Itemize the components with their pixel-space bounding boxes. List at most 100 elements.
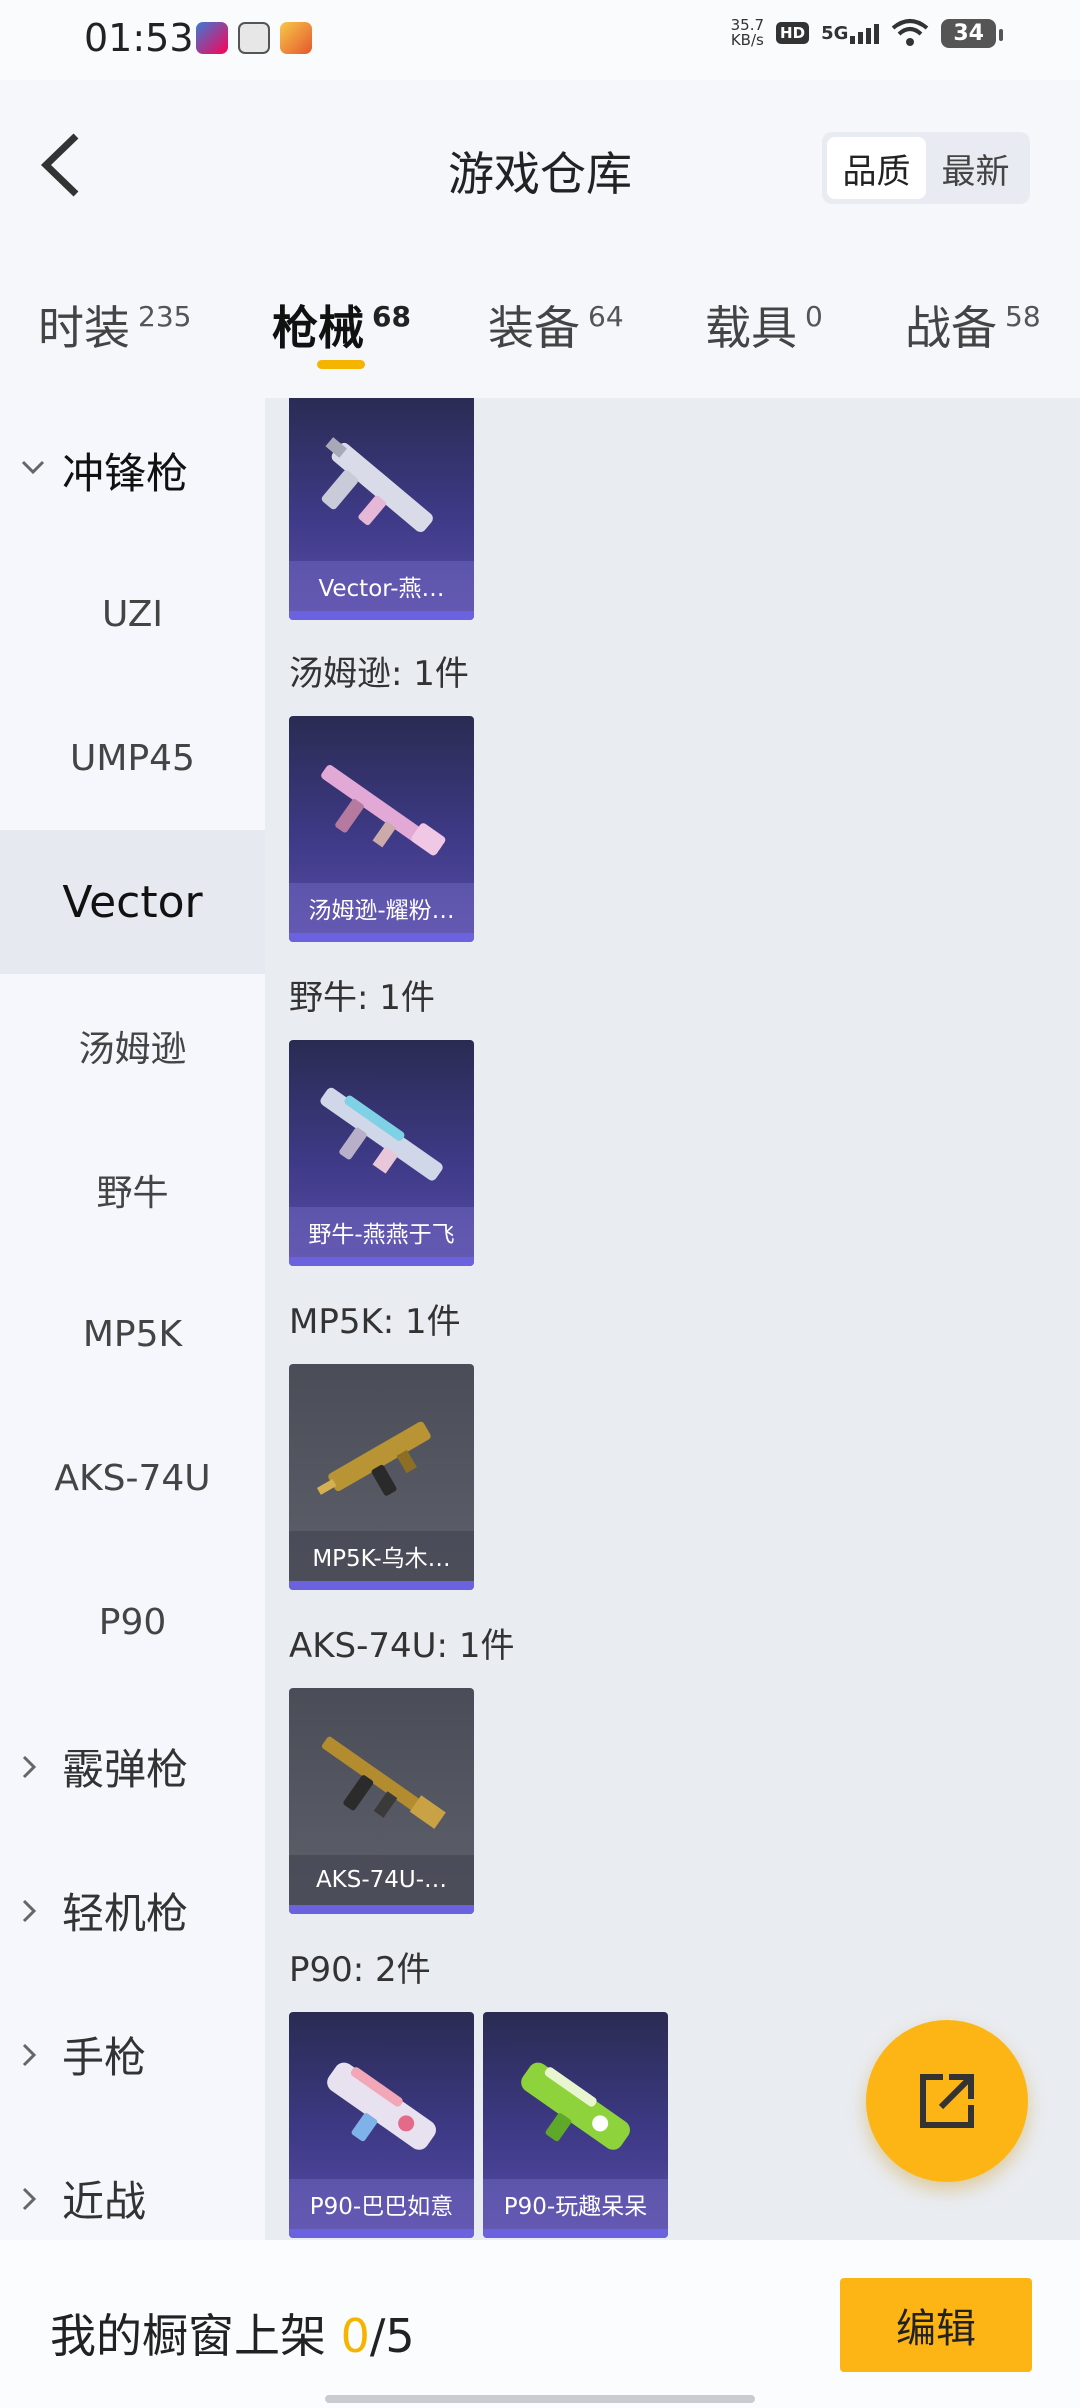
sidebar-group-pistol[interactable]: 手枪: [0, 1982, 265, 2126]
showcase-count: 我的橱窗上架 0/5: [50, 2300, 415, 2366]
signal-icon: 5G: [821, 22, 880, 44]
section-label: AKS-74U: 1件: [289, 1626, 515, 1666]
weapon-card[interactable]: 野牛-燕燕于飞: [289, 1040, 474, 1266]
sidebar-item-bizon[interactable]: 野牛: [0, 1118, 265, 1262]
weapon-list: Vector-燕… 汤姆逊: 1件 汤姆逊-耀粉… 野牛: 1件 野牛-燕燕于飞…: [265, 398, 1080, 2240]
app-header: 游戏仓库 品质 最新: [0, 80, 1080, 240]
rarity-strip: [289, 1905, 474, 1914]
weapon-card-name: P90-玩趣呆呆: [483, 2179, 668, 2229]
sidebar-group-label: 手枪: [62, 2032, 147, 2082]
status-bar: 01:53 35.7 KB/s HD 5G 34: [0, 0, 1080, 80]
sidebar-group-shotgun[interactable]: 霰弹枪: [0, 1694, 265, 1838]
app-notification-icon: [238, 22, 270, 54]
section-label: 野牛: 1件: [289, 978, 435, 1018]
tab-label: 枪械: [272, 301, 364, 355]
tab-count: 58: [1005, 300, 1041, 333]
rarity-strip: [289, 2229, 474, 2238]
chevron-right-icon: [22, 2043, 37, 2067]
sidebar-group-label: 冲锋枪: [62, 448, 189, 498]
battery-icon: 34: [941, 18, 1003, 48]
weapon-card-name: Vector-燕…: [289, 561, 474, 611]
tab-supplies[interactable]: 战备 58: [905, 292, 1041, 358]
section-label: P90: 2件: [289, 1950, 431, 1990]
tab-equipment[interactable]: 装备 64: [488, 292, 624, 358]
sidebar-item-p90[interactable]: P90: [0, 1550, 265, 1694]
hd-icon: HD: [776, 22, 810, 44]
tab-label: 载具: [705, 301, 797, 355]
chevron-down-icon: [21, 460, 45, 475]
showcase-label: 我的橱窗上架: [50, 2309, 326, 2363]
tab-vehicles[interactable]: 载具 0: [705, 292, 823, 358]
app-notification-icon: [196, 22, 228, 54]
tab-count: 64: [588, 300, 624, 333]
chevron-right-icon: [22, 2187, 37, 2211]
weapon-p90-image: [327, 2062, 436, 2150]
edit-button[interactable]: 编辑: [840, 2278, 1032, 2372]
weapon-bizon-image: [320, 1087, 443, 1181]
weapon-mp5k-image: [316, 1421, 431, 1496]
sidebar-item-aks74u[interactable]: AKS-74U: [0, 1406, 265, 1550]
chevron-right-icon: [22, 1755, 37, 1779]
network-type: 5G: [821, 22, 849, 44]
home-indicator[interactable]: [325, 2395, 755, 2403]
weapon-card[interactable]: P90-巴巴如意: [289, 2012, 474, 2238]
network-speed: 35.7 KB/s: [731, 18, 764, 48]
weapon-card-name: 汤姆逊-耀粉…: [289, 883, 474, 933]
sidebar-group-smg[interactable]: 冲锋枪: [0, 398, 265, 542]
weapon-card[interactable]: 汤姆逊-耀粉…: [289, 716, 474, 942]
sidebar-item-uzi[interactable]: UZI: [0, 542, 265, 686]
tab-count: 68: [372, 300, 411, 333]
wifi-icon: [892, 19, 929, 46]
sidebar-item-thompson[interactable]: 汤姆逊: [0, 974, 265, 1118]
sidebar-group-label: 霰弹枪: [62, 1744, 189, 1794]
sort-newest-option[interactable]: 最新: [926, 137, 1025, 199]
weapon-card[interactable]: P90-玩趣呆呆: [483, 2012, 668, 2238]
weapon-aks74u-image: [321, 1736, 446, 1829]
sidebar-group-lmg[interactable]: 轻机枪: [0, 1838, 265, 1982]
weapon-p90-image: [521, 2062, 630, 2150]
rarity-strip: [289, 1581, 474, 1590]
category-tabs: 时装 235 枪械 68 装备 64 载具 0 战备 58: [0, 270, 1080, 390]
chevron-right-icon: [22, 1899, 37, 1923]
weapon-card[interactable]: Vector-燕…: [289, 398, 474, 620]
status-time: 01:53: [84, 16, 194, 60]
tab-label: 装备: [488, 301, 580, 355]
weapon-card-name: P90-巴巴如意: [289, 2179, 474, 2229]
tab-count: 0: [805, 300, 823, 333]
weapon-card-name: AKS-74U-…: [289, 1855, 474, 1905]
notification-icons: [196, 22, 312, 54]
showcase-total: /5: [369, 2309, 415, 2363]
showcase-bar: 我的橱窗上架 0/5 编辑: [0, 2240, 1080, 2408]
tab-fashion[interactable]: 时装 235: [38, 292, 191, 358]
sidebar-group-label: 近战: [62, 2176, 147, 2226]
tab-firearms[interactable]: 枪械 68: [272, 292, 411, 358]
rarity-strip: [483, 2229, 668, 2238]
showcase-current: 0: [340, 2309, 370, 2363]
sidebar-item-vector[interactable]: Vector: [0, 830, 265, 974]
section-label: 汤姆逊: 1件: [289, 654, 469, 694]
tab-label: 时装: [38, 301, 130, 355]
weapon-card[interactable]: AKS-74U-…: [289, 1688, 474, 1914]
weapon-thompson-image: [321, 765, 446, 856]
status-indicators: 35.7 KB/s HD 5G 34: [731, 18, 1003, 48]
sort-toggle: 品质 最新: [822, 132, 1030, 204]
rarity-strip: [289, 611, 474, 620]
weapon-card-name: MP5K-乌木…: [289, 1531, 474, 1581]
tab-count: 235: [138, 300, 192, 333]
section-label: MP5K: 1件: [289, 1302, 461, 1342]
sidebar-item-mp5k[interactable]: MP5K: [0, 1262, 265, 1406]
speed-unit: KB/s: [730, 31, 764, 49]
sidebar-group-label: 轻机枪: [62, 1888, 189, 1938]
tab-label: 战备: [905, 301, 997, 355]
active-tab-indicator: [317, 360, 365, 369]
rarity-strip: [289, 933, 474, 942]
weapon-vector-image: [321, 437, 433, 533]
sort-quality-option[interactable]: 品质: [827, 137, 926, 199]
share-button[interactable]: [866, 2020, 1028, 2182]
app-notification-icon: [280, 22, 312, 54]
weapon-card-name: 野牛-燕燕于飞: [289, 1207, 474, 1257]
weapon-category-sidebar: 冲锋枪 UZI UMP45 Vector 汤姆逊 野牛 MP5K AKS-74U…: [0, 398, 265, 2240]
share-icon: [920, 2074, 974, 2128]
sidebar-item-ump45[interactable]: UMP45: [0, 686, 265, 830]
weapon-card[interactable]: MP5K-乌木…: [289, 1364, 474, 1590]
